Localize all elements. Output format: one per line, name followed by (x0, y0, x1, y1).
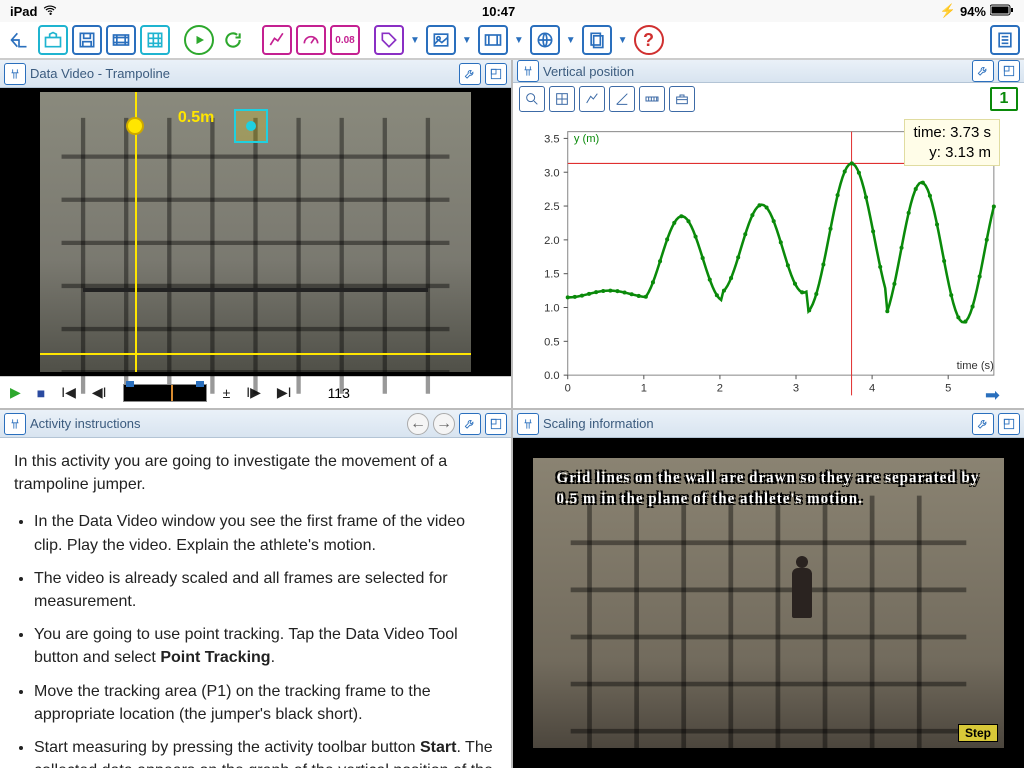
scrubber[interactable] (123, 384, 207, 402)
image-icon[interactable] (426, 25, 456, 55)
data-video-panel: Data Video - Trampoline 0.5m (0, 60, 511, 408)
back-icon[interactable] (4, 25, 34, 55)
save-icon[interactable] (72, 25, 102, 55)
reload-icon[interactable] (218, 25, 248, 55)
panel-title: Vertical position (543, 64, 968, 79)
wrench-icon[interactable] (459, 413, 481, 435)
instructions-panel: Activity instructions ← → In this activi… (0, 410, 511, 768)
grid-icon[interactable] (549, 86, 575, 112)
zoom-icon[interactable] (519, 86, 545, 112)
svg-text:2: 2 (717, 382, 723, 394)
svg-text:0.0: 0.0 (544, 370, 560, 382)
value-display-icon[interactable]: 0.08 (330, 25, 360, 55)
scale-label: 0.5m (178, 109, 214, 127)
svg-text:2.0: 2.0 (544, 235, 560, 247)
cursor-readout: time: 3.73 s y: 3.13 m (904, 119, 1000, 166)
svg-text:3: 3 (793, 382, 799, 394)
panel-title: Scaling information (543, 416, 968, 431)
svg-text:time (s): time (s) (957, 360, 994, 372)
battery-icon (990, 4, 1014, 19)
scan-icon[interactable] (579, 86, 605, 112)
svg-text:1.5: 1.5 (544, 269, 560, 281)
next-page-icon[interactable]: → (433, 413, 455, 435)
origin-marker[interactable] (126, 117, 144, 135)
help-icon[interactable]: ? (634, 25, 664, 55)
instruction-item: Start measuring by pressing the activity… (34, 736, 497, 768)
slope-icon[interactable] (609, 86, 635, 112)
athlete-figure (792, 568, 812, 618)
graph-panel: Vertical position 1 time: 3.73 s y: 3.13… (513, 60, 1024, 408)
svg-text:1: 1 (641, 382, 647, 394)
device-label: iPad (10, 4, 37, 19)
svg-text:3.5: 3.5 (544, 133, 560, 145)
tracking-box[interactable] (234, 109, 268, 143)
step-badge: Step (958, 724, 998, 742)
charging-icon: ⚡ (940, 3, 956, 19)
svg-text:2.5: 2.5 (544, 201, 560, 213)
dropdown-icon[interactable]: ▼ (460, 35, 474, 46)
wrench-icon[interactable] (972, 60, 994, 82)
graph-tool-icon[interactable] (517, 60, 539, 82)
svg-text:3.0: 3.0 (544, 167, 560, 179)
video-icon[interactable] (478, 25, 508, 55)
trace-indicator[interactable]: 1 (990, 87, 1018, 111)
open-icon[interactable] (38, 25, 68, 55)
svg-text:5: 5 (945, 382, 951, 394)
instructions-body: In this activity you are going to invest… (0, 438, 511, 768)
tag-icon[interactable] (374, 25, 404, 55)
dropdown-icon[interactable]: ▼ (564, 35, 578, 46)
panel-title: Data Video - Trampoline (30, 66, 455, 81)
instructions-tool-icon[interactable] (4, 413, 26, 435)
instruction-item: The video is already scaled and all fram… (34, 567, 497, 613)
instruction-item: In the Data Video window you see the fir… (34, 510, 497, 556)
status-bar: iPad 10:47 ⚡ 94% (0, 0, 1024, 22)
instruction-list: In the Data Video window you see the fir… (14, 510, 497, 768)
table-icon[interactable] (140, 25, 170, 55)
prev-page-icon[interactable]: ← (407, 413, 429, 435)
wrench-icon[interactable] (459, 63, 481, 85)
instruction-item: Move the tracking area (P1) on the track… (34, 680, 497, 726)
plot-area[interactable]: time: 3.73 s y: 3.13 m 0.0 0.5 1.0 1.5 2.0 2.… (517, 119, 1004, 408)
ruler-icon[interactable] (639, 86, 665, 112)
battery-percent: 94% (960, 4, 986, 19)
maximize-icon[interactable] (485, 413, 507, 435)
scaling-caption: Grid lines on the wall are drawn so they… (557, 468, 981, 510)
gauge-icon[interactable] (296, 25, 326, 55)
dropdown-icon[interactable]: ▼ (512, 35, 526, 46)
dropdown-icon[interactable]: ▼ (616, 35, 630, 46)
dropdown-icon[interactable]: ▼ (408, 35, 422, 46)
film-icon[interactable] (106, 25, 136, 55)
maximize-icon[interactable] (998, 60, 1020, 82)
svg-text:4: 4 (869, 382, 875, 394)
wrench-icon[interactable] (972, 413, 994, 435)
scaling-tool-icon[interactable] (517, 413, 539, 435)
panel-title: Activity instructions (30, 416, 403, 431)
scaling-panel: Scaling information Grid lines on the wa… (513, 410, 1024, 768)
wifi-icon (43, 3, 57, 20)
maximize-icon[interactable] (485, 63, 507, 85)
next-page-icon[interactable]: ➡ (985, 385, 1000, 406)
video-viewport[interactable]: 0.5m (0, 88, 511, 376)
svg-text:1.0: 1.0 (544, 303, 560, 315)
svg-text:y (m): y (m) (574, 133, 600, 145)
main-toolbar: 0.08 ▼ ▼ ▼ ▼ ▼ ? (0, 22, 1024, 60)
video-tool-icon[interactable] (4, 63, 26, 85)
intro-text: In this activity you are going to invest… (14, 450, 497, 496)
pages-icon[interactable] (582, 25, 612, 55)
instruction-item: You are going to use point tracking. Tap… (34, 623, 497, 669)
scaling-viewport[interactable]: Grid lines on the wall are drawn so they… (513, 438, 1024, 768)
axis-x (40, 353, 471, 355)
chart-line-icon[interactable] (262, 25, 292, 55)
play-button[interactable]: ▶ (10, 384, 21, 401)
play-icon[interactable] (184, 25, 214, 55)
svg-text:0.5: 0.5 (544, 336, 560, 348)
toolbox-icon[interactable] (669, 86, 695, 112)
maximize-icon[interactable] (998, 413, 1020, 435)
globe-icon[interactable] (530, 25, 560, 55)
svg-text:0: 0 (565, 382, 571, 394)
notes-icon[interactable] (990, 25, 1020, 55)
clock: 10:47 (57, 4, 939, 19)
